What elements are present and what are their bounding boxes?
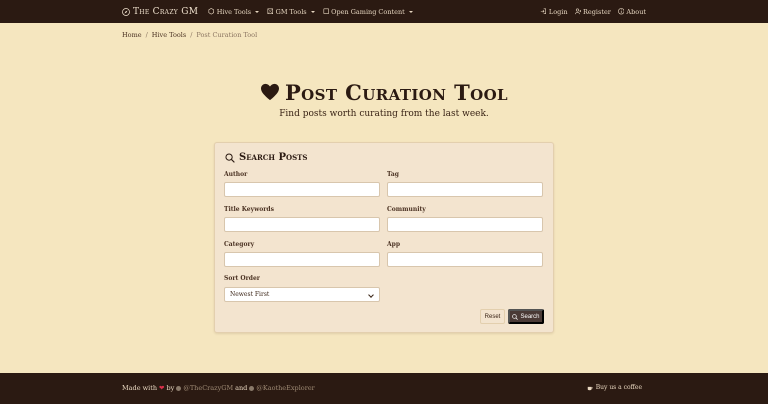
- nav-register-label: Register: [583, 7, 611, 16]
- footer: Made with ❤ by @TheCrazyGM and @KaotheEx…: [0, 373, 768, 404]
- heart-icon: [260, 83, 279, 101]
- author2-link[interactable]: @KaotheExplorer: [249, 384, 315, 392]
- sort-order-value: Newest First: [230, 291, 270, 298]
- nav-about-label: About: [626, 7, 646, 16]
- hexagon-icon: [208, 8, 215, 15]
- breadcrumb: Home / Hive Tools / Post Curation Tool: [122, 30, 257, 40]
- author-input[interactable]: [224, 182, 380, 197]
- caret-down-icon: [255, 10, 260, 13]
- author1-link[interactable]: @TheCrazyGM: [176, 384, 233, 392]
- author-label: Author: [224, 171, 248, 178]
- search-icon: [512, 313, 519, 320]
- nav-open-gaming-content-label: Open Gaming Content: [331, 7, 405, 16]
- buy-coffee-label: Buy us a coffee: [595, 384, 642, 391]
- buy-coffee-link[interactable]: Buy us a coffee: [587, 384, 642, 391]
- nav-register[interactable]: Register: [574, 7, 611, 16]
- coffee-cup-icon: [587, 386, 593, 390]
- category-label: Category: [224, 241, 255, 248]
- nav-gm-tools[interactable]: GM Tools: [267, 8, 315, 16]
- tag-input[interactable]: [387, 182, 543, 197]
- nav-hive-tools-label: Hive Tools: [216, 7, 252, 16]
- search-button[interactable]: Search: [508, 309, 544, 324]
- by-text: by: [166, 384, 175, 392]
- nav-hive-tools[interactable]: Hive Tools: [208, 7, 260, 16]
- sort-order-label: Sort Order: [224, 275, 260, 282]
- title-keywords-input[interactable]: [224, 217, 380, 232]
- nav-gm-tools-label: GM Tools: [275, 7, 307, 16]
- card-title-text: Search Posts: [239, 152, 308, 163]
- page-title-text: Post Curation Tool: [284, 79, 508, 105]
- tag-label: Tag: [387, 171, 399, 178]
- made-with-text: Made with: [122, 384, 158, 392]
- brand-name: The Crazy GM: [133, 6, 199, 17]
- hive-icon: [176, 385, 182, 391]
- compass-icon: [122, 7, 130, 16]
- caret-down-icon: [408, 10, 413, 13]
- chevron-down-icon: [368, 292, 374, 298]
- breadcrumb-separator: /: [145, 31, 148, 39]
- breadcrumb-separator: /: [190, 31, 193, 39]
- nav-open-gaming-content[interactable]: Open Gaming Content: [323, 8, 413, 16]
- page-title: Post Curation Tool: [0, 79, 768, 105]
- brand-link[interactable]: The Crazy GM: [122, 7, 198, 17]
- info-icon: [618, 8, 625, 15]
- community-input[interactable]: [387, 217, 543, 232]
- app-label: App: [387, 241, 401, 248]
- breadcrumb-hive-tools[interactable]: Hive Tools: [152, 31, 186, 39]
- author2-name: @KaotheExplorer: [256, 384, 315, 392]
- nav-login[interactable]: Login: [540, 7, 568, 16]
- reset-button[interactable]: Reset: [480, 309, 505, 324]
- login-icon: [541, 8, 547, 15]
- heart-icon: ❤: [159, 384, 165, 392]
- category-input[interactable]: [224, 252, 380, 267]
- user-plus-icon: [574, 8, 581, 15]
- book-icon: [323, 8, 329, 15]
- card-title: Search Posts: [225, 152, 307, 163]
- nav-about[interactable]: About: [618, 8, 646, 16]
- search-icon: [225, 152, 235, 163]
- footer-credits: Made with ❤ by @TheCrazyGM and @KaotheEx…: [122, 384, 315, 392]
- nav-login-label: Login: [548, 7, 568, 16]
- search-posts-card: Search Posts: [214, 142, 554, 333]
- title-keywords-label: Title Keywords: [224, 206, 274, 213]
- hive-icon: [249, 385, 255, 391]
- app-input[interactable]: [387, 252, 543, 267]
- community-label: Community: [387, 206, 426, 213]
- search-button-label: Search: [520, 313, 540, 320]
- author1-name: @TheCrazyGM: [183, 384, 234, 392]
- breadcrumb-home[interactable]: Home: [122, 31, 142, 39]
- grid-icon: [267, 8, 274, 15]
- sort-order-select[interactable]: Newest First: [224, 287, 380, 302]
- and-text: and: [235, 384, 248, 392]
- navbar: The Crazy GM Hive Tools GM Tools Open Ga…: [0, 0, 768, 23]
- caret-down-icon: [310, 10, 315, 13]
- breadcrumb-current: Post Curation Tool: [196, 31, 258, 39]
- page-subtitle: Find posts worth curating from the last …: [279, 109, 489, 119]
